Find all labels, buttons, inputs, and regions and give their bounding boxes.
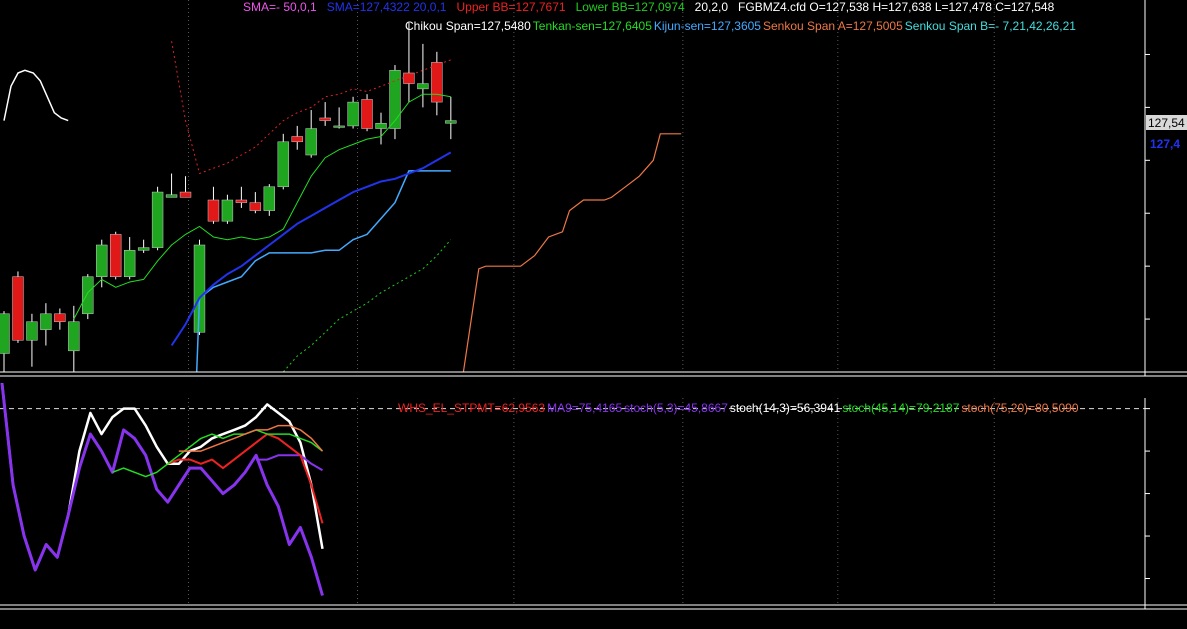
candle-body-5 [68, 321, 80, 352]
legend-20-2-0: 20,2,0 [695, 0, 729, 14]
legend-stoch-45-14: stoch(45,14)=79,2187 [842, 401, 959, 415]
candle-body-2 [26, 321, 38, 341]
candle-body-20 [277, 141, 289, 188]
candle-body-26 [361, 99, 373, 129]
candle-body-21 [291, 136, 303, 143]
candle-body-25 [347, 101, 359, 127]
legend-upper-bb: Upper BB=127,7671 [456, 0, 565, 14]
chart-background [0, 0, 1187, 629]
legend-stoch-75-20: stoch(75,20)=80,5090 [961, 401, 1078, 415]
candle-body-16 [221, 199, 234, 222]
legend-senkou-span-a: Senkou Span A=127,5005 [763, 19, 903, 33]
legend-row-1: SMA=- 50,0,1 SMA=127,4322 20,0,1 Upper BB=… [243, 0, 1055, 14]
candle-body-10 [137, 247, 150, 251]
candle-body-13 [179, 191, 192, 198]
candle-body-0 [0, 313, 10, 354]
candle-body-6 [82, 276, 94, 315]
candle-body-15 [207, 199, 220, 222]
candle-body-24 [333, 125, 345, 128]
legend-sma: SMA=127,4322 20,0,1 [327, 0, 447, 14]
candle-body-4 [54, 313, 66, 322]
candle-body-30 [417, 83, 429, 90]
candle-body-18 [249, 202, 262, 211]
chart-canvas: SMA=- 50,0,1 SMA=127,4322 20,0,1 Upper BB=… [0, 0, 1187, 629]
candle-body-19 [263, 186, 276, 211]
candle-body-27 [375, 123, 387, 129]
legend-row-2: Chikou Span=127,5480 Tenkan-sen=127,6405 K… [405, 19, 1076, 33]
legend-stoch-14-3: stoch(14,3)=56,3941 [730, 401, 841, 415]
candle-body-32 [445, 120, 457, 124]
candle-body-3 [40, 313, 52, 330]
legend-sma: SMA=- 50,0,1 [243, 0, 317, 14]
legend-senkou-span-b: Senkou Span B=- 7,21,42,26,21 [905, 19, 1076, 33]
candle-body-7 [96, 244, 108, 277]
last-price-label: 127,54 [1148, 116, 1185, 130]
candle-body-8 [110, 234, 122, 277]
candle-body-14 [193, 244, 206, 333]
candle-body-9 [123, 250, 136, 277]
candle-body-23 [319, 117, 331, 121]
legend-fgbmz4-cfd-o: FGBMZ4.cfd O=127,538 H=127,638 L=127,478… [738, 0, 1055, 14]
legend-ma9: MA9=75,4165 [547, 401, 622, 415]
legend-whs-el-stpmt: WHS_EL_STPMT=62,9563 [398, 401, 545, 415]
legend-stoch-5-3: stoch(5,3)=45,8667 [624, 401, 728, 415]
candle-body-1 [12, 276, 24, 341]
candle-body-17 [235, 199, 248, 203]
legend-kijun-sen: Kijun-sen=127,3605 [654, 19, 761, 33]
legend-chikou-span: Chikou Span=127,5480 [405, 19, 531, 33]
candle-body-11 [151, 191, 164, 248]
sma-price-label: 127,4 [1150, 137, 1180, 151]
legend-row-3: WHS_EL_STPMT=62,9563 MA9=75,4165 stoch(5,3… [398, 401, 1079, 415]
candle-body-22 [305, 128, 317, 156]
legend-lower-bb: Lower BB=127,0974 [576, 0, 685, 14]
candle-body-31 [431, 62, 443, 103]
legend-tenkan-sen: Tenkan-sen=127,6405 [533, 19, 652, 33]
candle-body-12 [165, 194, 178, 198]
